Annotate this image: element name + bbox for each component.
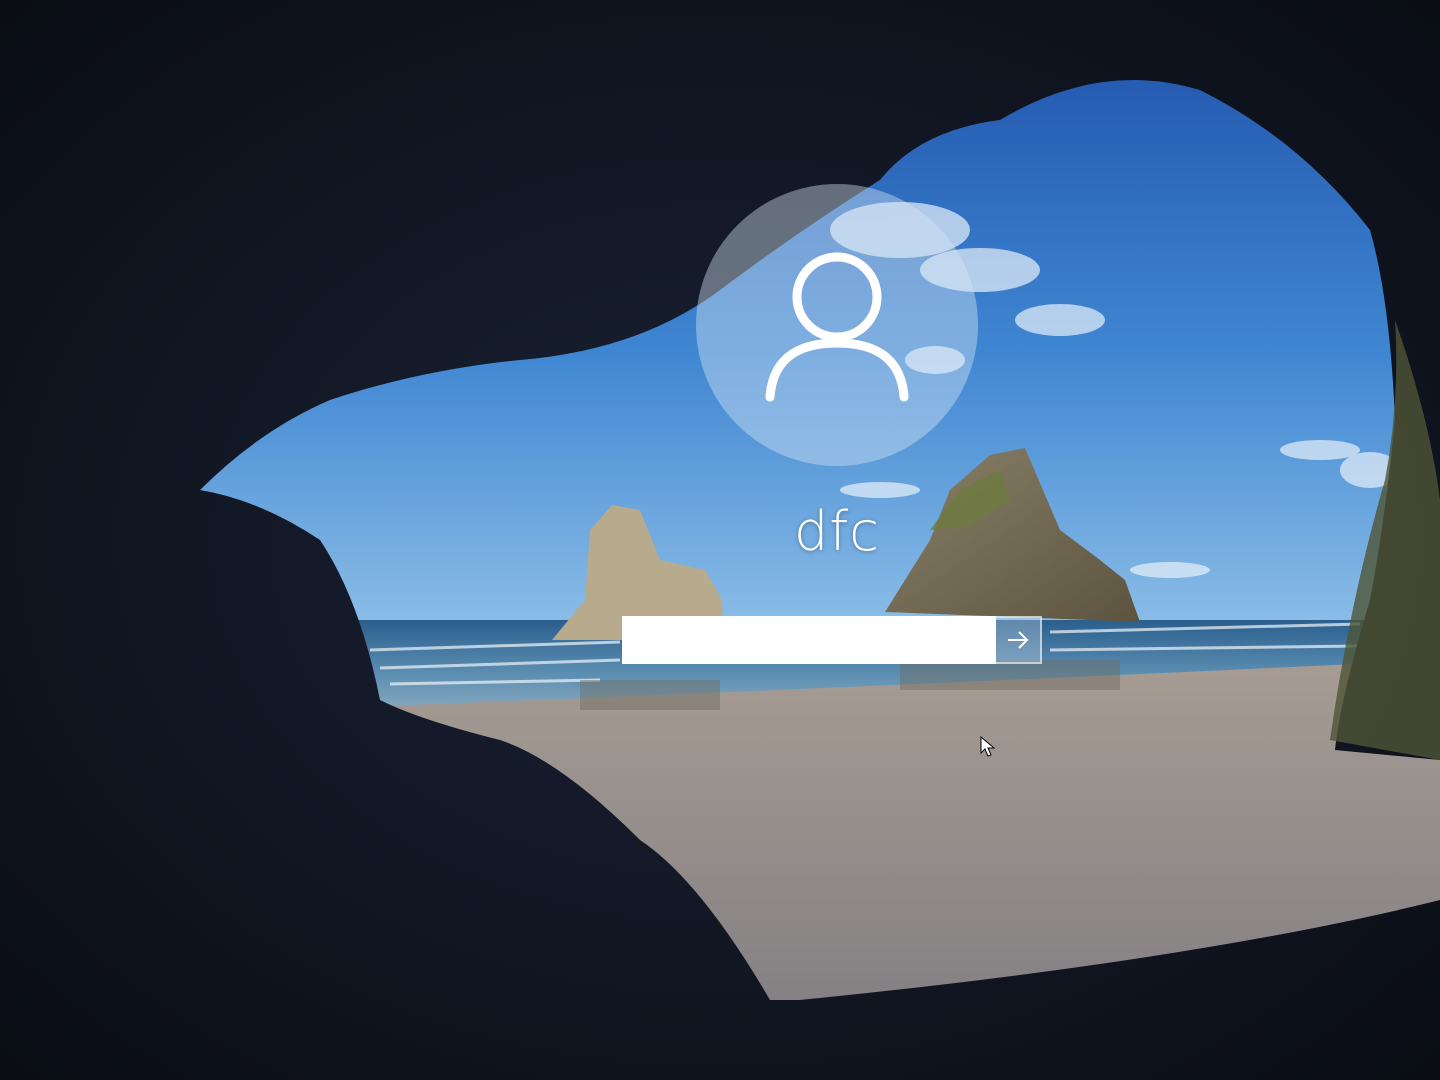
mouse-pointer-icon [980, 736, 996, 757]
password-row [622, 616, 1042, 664]
submit-button[interactable] [996, 616, 1042, 664]
username-label: dfc [794, 500, 880, 563]
user-avatar [696, 184, 978, 466]
password-field[interactable] [622, 616, 996, 664]
arrow-right-icon [1008, 631, 1029, 649]
user-silhouette-icon [765, 252, 909, 402]
lock-screen: dfc [0, 0, 1440, 1080]
